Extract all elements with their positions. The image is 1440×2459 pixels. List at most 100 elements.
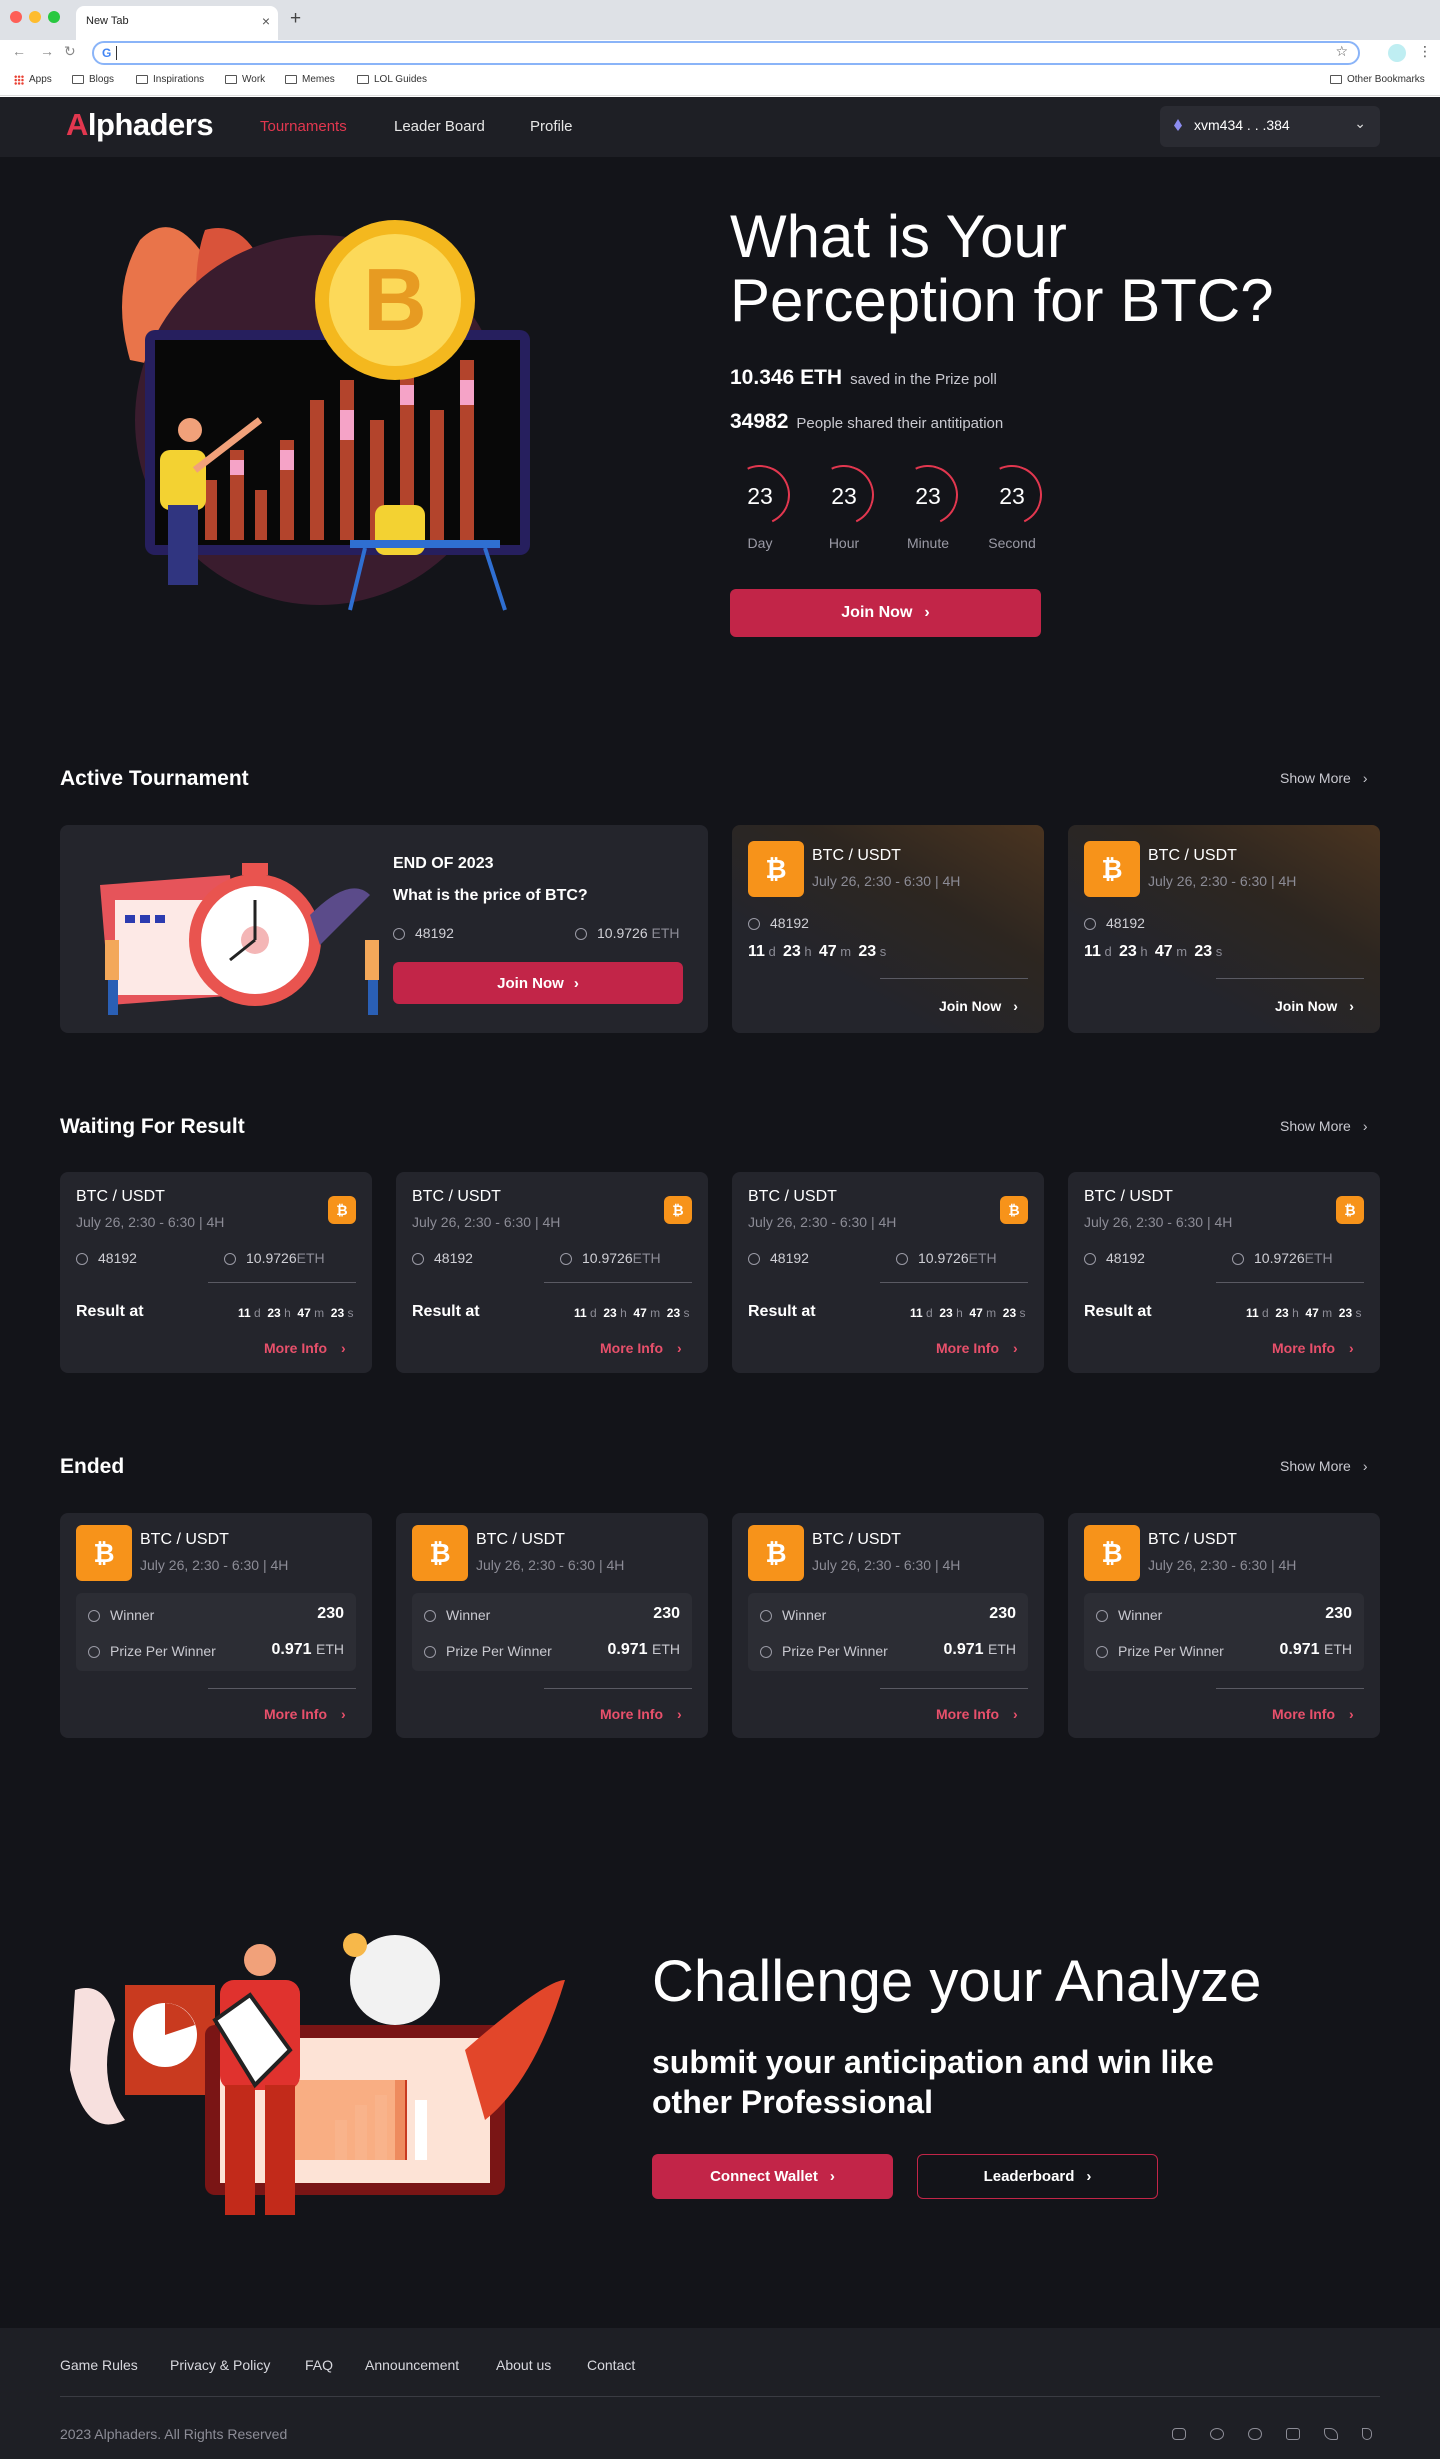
result-label: Result at: [748, 1303, 816, 1320]
maximize-window-button[interactable]: [48, 11, 60, 23]
new-tab-icon[interactable]: +: [290, 8, 301, 30]
divider: [880, 1688, 1028, 1689]
bookmark-work[interactable]: Work: [225, 74, 265, 85]
date-label: July 26, 2:30 - 6:30 | 4H: [1148, 1557, 1297, 1573]
featured-join-button[interactable]: Join Now ›: [393, 962, 683, 1004]
active-show-more[interactable]: Show More ›: [1280, 770, 1367, 786]
discord-icon[interactable]: [1248, 2428, 1262, 2440]
youtube-icon[interactable]: [1286, 2428, 1300, 2440]
more-info-link[interactable]: More Info ›: [1272, 1706, 1354, 1722]
countdown: 11 d 23 h 47 m 23 s: [1084, 943, 1223, 960]
more-info-link[interactable]: More Info ›: [264, 1706, 346, 1722]
join-link[interactable]: Join Now ›: [1275, 998, 1354, 1014]
ended-stats-box: Winner 230 Prize Per Winner 0.971 ETH: [412, 1593, 692, 1671]
profile-avatar[interactable]: [1388, 44, 1406, 62]
join-link[interactable]: Join Now ›: [939, 998, 1018, 1014]
footer-contact[interactable]: Contact: [587, 2357, 635, 2373]
user-icon: [393, 928, 405, 940]
more-info-link[interactable]: More Info ›: [264, 1340, 346, 1356]
ended-card: ₿ BTC / USDT July 26, 2:30 - 6:30 | 4H W…: [732, 1513, 1044, 1738]
footer-announcement[interactable]: Announcement: [365, 2357, 459, 2373]
featured-tournament-card: END OF 2023 What is the price of BTC? 48…: [60, 825, 708, 1033]
forward-icon[interactable]: →: [40, 43, 54, 59]
bitcoin-icon: ₿: [1084, 841, 1140, 897]
footer-privacy[interactable]: Privacy & Policy: [170, 2357, 270, 2373]
winner-count: 230: [653, 1605, 680, 1622]
nav-leader-board[interactable]: Leader Board: [394, 118, 485, 135]
ended-card: ₿ BTC / USDT July 26, 2:30 - 6:30 | 4H W…: [60, 1513, 372, 1738]
active-tournament-title: Active Tournament: [60, 767, 249, 790]
divider: [880, 1282, 1028, 1283]
crown-icon: [760, 1610, 772, 1622]
logo[interactable]: Alphaders: [66, 107, 214, 143]
prize-label: Prize Per Winner: [760, 1643, 888, 1659]
browser-menu-icon[interactable]: ⋮: [1418, 43, 1432, 60]
bitcoin-icon: ₿: [1336, 1196, 1364, 1224]
connect-wallet-button[interactable]: Connect Wallet ›: [652, 2154, 893, 2199]
more-info-link[interactable]: More Info ›: [936, 1706, 1018, 1722]
ended-show-more[interactable]: Show More ›: [1280, 1458, 1367, 1474]
players-count: 48192: [1084, 915, 1145, 931]
pair-label: BTC / USDT: [1148, 1531, 1237, 1548]
pair-label: BTC / USDT: [476, 1531, 565, 1548]
instagram-icon[interactable]: [1172, 2428, 1186, 2440]
folder-icon: [357, 75, 369, 84]
challenge-title: Challenge your Analyze: [652, 1949, 1262, 2014]
bitcoin-icon: ₿: [748, 1525, 804, 1581]
prize-amount: 10.9726ETH: [896, 1250, 997, 1266]
nav-profile[interactable]: Profile: [530, 118, 573, 135]
telegram-icon[interactable]: [1210, 2428, 1224, 2440]
bitcoin-icon: ₿: [76, 1525, 132, 1581]
user-icon: [748, 1253, 760, 1265]
bookmark-apps[interactable]: Apps: [14, 74, 52, 85]
reload-icon[interactable]: ↻: [64, 43, 76, 60]
twitter-icon[interactable]: [1324, 2428, 1338, 2440]
gift-icon: [760, 1646, 772, 1658]
nav-tournaments[interactable]: Tournaments: [260, 118, 347, 135]
bitcoin-icon: ₿: [1084, 1525, 1140, 1581]
waiting-show-more[interactable]: Show More ›: [1280, 1118, 1367, 1134]
close-tab-icon[interactable]: ×: [262, 13, 270, 29]
bookmarks-bar: Apps Blogs Inspirations Work Memes LOL G…: [0, 68, 1440, 96]
bookmark-inspirations[interactable]: Inspirations: [136, 74, 204, 85]
browser-tab[interactable]: New Tab ×: [76, 6, 278, 40]
user-icon: [412, 1253, 424, 1265]
bookmark-lol-guides[interactable]: LOL Guides: [357, 74, 427, 85]
winner-label: Winner: [1096, 1607, 1162, 1623]
players-count: 48192: [412, 1250, 473, 1266]
bookmark-other[interactable]: Other Bookmarks: [1330, 74, 1425, 85]
bookmark-memes[interactable]: Memes: [285, 74, 335, 85]
waiting-card: BTC / USDT July 26, 2:30 - 6:30 | 4H ₿ 4…: [60, 1172, 372, 1373]
active-card-2: ₿ BTC / USDT July 26, 2:30 - 6:30 | 4H 4…: [1068, 825, 1380, 1033]
wallet-dropdown[interactable]: xvm434 . . .384 ⌄: [1160, 106, 1380, 147]
more-info-link[interactable]: More Info ›: [600, 1340, 682, 1356]
prize-amount: 10.9726ETH: [560, 1250, 661, 1266]
bitcoin-icon: ₿: [1000, 1196, 1028, 1224]
more-info-link[interactable]: More Info ›: [936, 1340, 1018, 1356]
chevron-right-icon: ›: [1349, 1706, 1354, 1722]
close-window-button[interactable]: [10, 11, 22, 23]
minimize-window-button[interactable]: [29, 11, 41, 23]
pair-label: BTC / USDT: [76, 1188, 165, 1205]
tiktok-icon[interactable]: [1362, 2428, 1372, 2440]
chevron-right-icon: ›: [1013, 998, 1018, 1014]
more-info-link[interactable]: More Info ›: [600, 1706, 682, 1722]
bookmark-blogs[interactable]: Blogs: [72, 74, 114, 85]
bitcoin-icon: ₿: [664, 1196, 692, 1224]
address-bar[interactable]: G ☆: [92, 41, 1360, 65]
ended-card: ₿ BTC / USDT July 26, 2:30 - 6:30 | 4H W…: [396, 1513, 708, 1738]
more-info-link[interactable]: More Info ›: [1272, 1340, 1354, 1356]
footer-faq[interactable]: FAQ: [305, 2357, 333, 2373]
hero-people-stat: 34982 People shared their antitipation: [730, 410, 1004, 433]
date-label: July 26, 2:30 - 6:30 | 4H: [476, 1557, 625, 1573]
google-icon: G: [102, 46, 112, 60]
footer-about[interactable]: About us: [496, 2357, 551, 2373]
bookmark-star-icon[interactable]: ☆: [1335, 43, 1348, 60]
user-icon: [748, 918, 760, 930]
pair-label: BTC / USDT: [1084, 1188, 1173, 1205]
back-icon[interactable]: ←: [12, 43, 26, 59]
leaderboard-button[interactable]: Leaderboard ›: [917, 2154, 1158, 2199]
footer-game-rules[interactable]: Game Rules: [60, 2357, 138, 2373]
hero-join-button[interactable]: Join Now ›: [730, 589, 1041, 637]
chevron-right-icon: ›: [1362, 1118, 1368, 1134]
